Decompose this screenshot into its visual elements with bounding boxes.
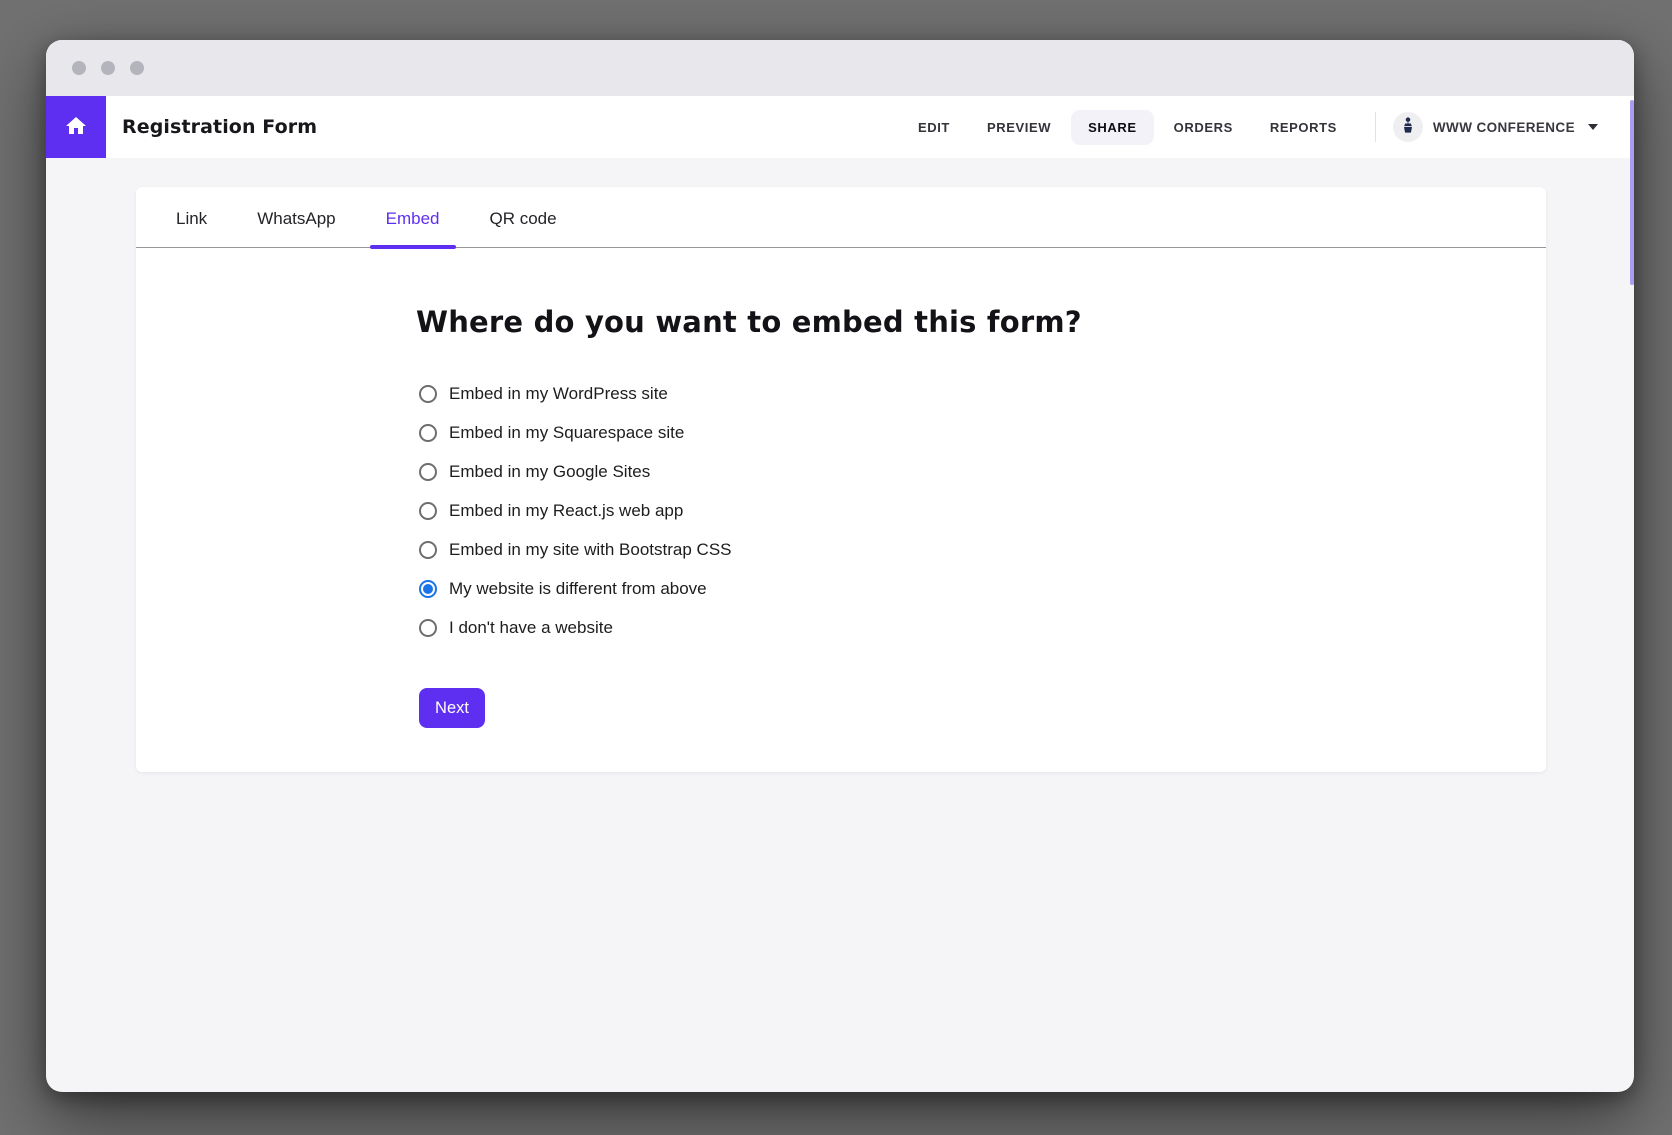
share-card: Link WhatsApp Embed QR code Where do you…	[136, 187, 1546, 772]
option-row[interactable]: My website is different from above	[419, 580, 1546, 598]
nav-divider	[1375, 112, 1376, 142]
radio-button[interactable]	[419, 385, 437, 403]
embed-question: Where do you want to embed this form?	[416, 305, 1546, 339]
embed-options-list: Embed in my WordPress site Embed in my S…	[419, 385, 1546, 658]
option-label[interactable]: I don't have a website	[449, 618, 613, 638]
nav-item-edit[interactable]: EDIT	[901, 110, 967, 145]
radio-button[interactable]	[419, 541, 437, 559]
tab-qr-code[interactable]: QR code	[474, 187, 573, 247]
chevron-down-icon	[1588, 124, 1598, 130]
window-control-dot[interactable]	[72, 61, 86, 75]
tab-link[interactable]: Link	[160, 187, 223, 247]
option-label[interactable]: Embed in my WordPress site	[449, 384, 668, 404]
option-label[interactable]: Embed in my React.js web app	[449, 501, 683, 521]
scrollbar-thumb[interactable]	[1630, 100, 1634, 285]
nav-item-share[interactable]: SHARE	[1071, 110, 1154, 145]
radio-button[interactable]	[419, 463, 437, 481]
next-button[interactable]: Next	[419, 688, 485, 728]
option-row[interactable]: Embed in my site with Bootstrap CSS	[419, 541, 1546, 559]
option-row[interactable]: I don't have a website	[419, 619, 1546, 637]
option-label[interactable]: My website is different from above	[449, 579, 707, 599]
nav-item-preview[interactable]: PREVIEW	[970, 110, 1068, 145]
nav-item-reports[interactable]: REPORTS	[1253, 110, 1354, 145]
account-menu[interactable]: WWW CONFERENCE	[1393, 112, 1598, 142]
radio-button[interactable]	[419, 502, 437, 520]
nav-item-orders[interactable]: ORDERS	[1157, 110, 1250, 145]
tab-whatsapp[interactable]: WhatsApp	[241, 187, 351, 247]
radio-button[interactable]	[419, 424, 437, 442]
option-label[interactable]: Embed in my site with Bootstrap CSS	[449, 540, 732, 560]
speaker-podium-icon	[1398, 115, 1418, 140]
option-label[interactable]: Embed in my Google Sites	[449, 462, 650, 482]
option-row[interactable]: Embed in my Google Sites	[419, 463, 1546, 481]
window-chrome	[46, 40, 1634, 96]
browser-window: Registration Form EDIT PREVIEW SHARE ORD…	[46, 40, 1634, 1092]
embed-panel: Where do you want to embed this form? Em…	[136, 305, 1546, 728]
window-control-dot[interactable]	[130, 61, 144, 75]
tab-embed[interactable]: Embed	[370, 187, 456, 247]
home-button[interactable]	[46, 96, 106, 158]
page-title: Registration Form	[122, 116, 317, 138]
top-nav: EDIT PREVIEW SHARE ORDERS REPORTS	[898, 110, 1634, 145]
avatar	[1393, 112, 1423, 142]
home-icon	[64, 114, 88, 141]
option-row[interactable]: Embed in my Squarespace site	[419, 424, 1546, 442]
radio-button[interactable]	[419, 580, 437, 598]
window-control-dot[interactable]	[101, 61, 115, 75]
radio-button[interactable]	[419, 619, 437, 637]
option-row[interactable]: Embed in my WordPress site	[419, 385, 1546, 403]
app-header: Registration Form EDIT PREVIEW SHARE ORD…	[46, 96, 1634, 158]
option-label[interactable]: Embed in my Squarespace site	[449, 423, 684, 443]
account-name: WWW CONFERENCE	[1433, 120, 1575, 135]
option-row[interactable]: Embed in my React.js web app	[419, 502, 1546, 520]
share-tab-bar: Link WhatsApp Embed QR code	[136, 187, 1546, 248]
